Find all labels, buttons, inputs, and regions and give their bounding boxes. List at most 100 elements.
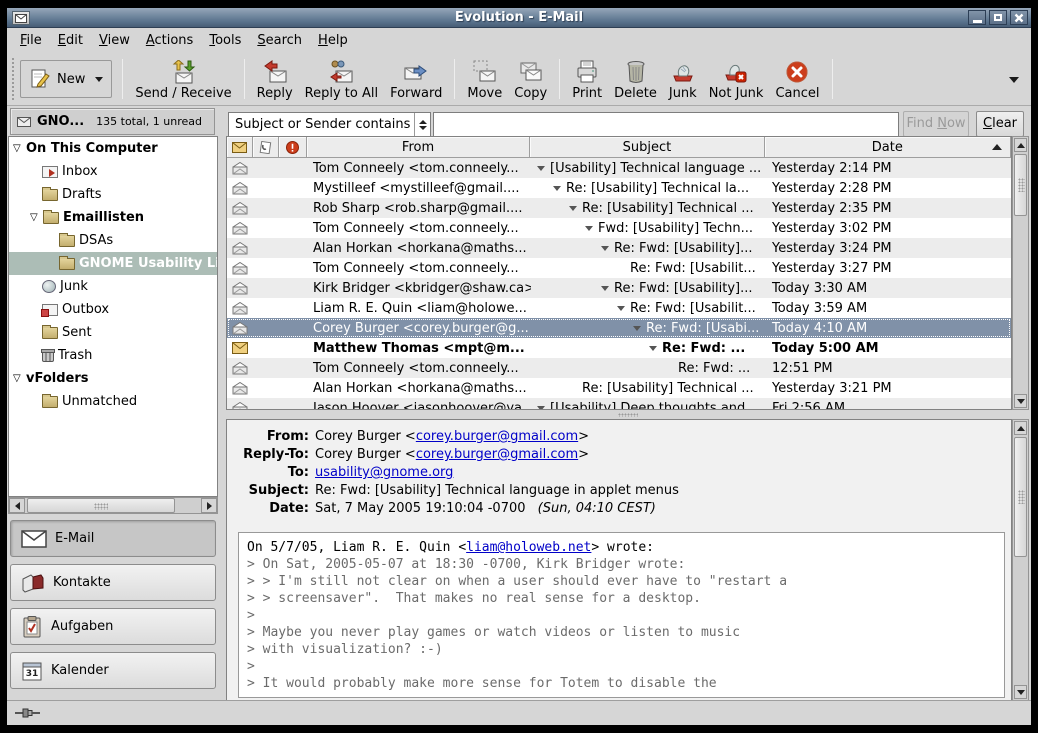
scroll-down-arrow[interactable]	[1014, 685, 1027, 699]
email-link[interactable]: corey.burger@gmail.com	[416, 447, 578, 462]
expander-icon[interactable]: ▽	[30, 212, 43, 223]
move-button[interactable]: Move	[461, 54, 508, 104]
contacts-icon	[21, 573, 45, 593]
thread-collapse-icon[interactable]	[601, 286, 614, 291]
column-attachment[interactable]	[253, 137, 279, 158]
scroll-up-arrow[interactable]	[1014, 421, 1027, 435]
switcher-contacts-button[interactable]: Kontakte	[10, 564, 216, 601]
find-now-button[interactable]: Find Now	[903, 111, 969, 137]
email-link[interactable]: usability@gnome.org	[315, 465, 453, 480]
thread-collapse-icon[interactable]	[569, 206, 582, 211]
message-row[interactable]: Jason Hoover <jasonhoover@ya... [Usabili…	[227, 398, 1011, 410]
expander-icon[interactable]: ▽	[13, 373, 26, 384]
column-from[interactable]: From	[307, 137, 530, 158]
thread-collapse-icon[interactable]	[553, 186, 566, 191]
message-row[interactable]: Alan Horkan <horkana@maths... Re: Fwd: […	[227, 238, 1011, 258]
toolbar-handle[interactable]	[12, 58, 17, 100]
delete-button[interactable]: Delete	[608, 54, 663, 104]
search-filter-spinner[interactable]	[414, 113, 430, 136]
forward-button[interactable]: Forward	[384, 54, 448, 104]
title-bar[interactable]: Evolution - E-Mail	[7, 8, 1031, 28]
scroll-right-arrow[interactable]	[201, 498, 217, 513]
folder-tree-item[interactable]: Inbox	[9, 160, 217, 183]
message-row[interactable]: Matthew Thomas <mpt@m... Re: Fwd: ... To…	[227, 338, 1011, 358]
folder-tree-item[interactable]: ▽ Emaillisten	[9, 206, 217, 229]
message-row[interactable]: Mystilleef <mystilleef@gmail.... Re: [Us…	[227, 178, 1011, 198]
email-link[interactable]: liam@holoweb.net	[466, 540, 591, 555]
switcher-email-button[interactable]: E-Mail	[10, 520, 216, 557]
search-filter-dropdown[interactable]: Subject or Sender contains	[228, 112, 431, 137]
not-junk-button[interactable]: Not Junk	[703, 54, 770, 104]
menu-item[interactable]: Tools	[201, 30, 249, 51]
folder-tree-item[interactable]: GNOME Usability Li	[9, 252, 217, 275]
message-from: Tom Conneely <tom.conneely...	[307, 221, 531, 236]
search-input[interactable]	[433, 112, 899, 137]
toolbar-overflow-arrow[interactable]	[1009, 77, 1019, 83]
message-row[interactable]: Kirk Bridger <kbridger@shaw.ca> Re: Fwd:…	[227, 278, 1011, 298]
thread-collapse-icon[interactable]	[585, 226, 598, 231]
message-row[interactable]: Rob Sharp <rob.sharp@gmail.... Re: [Usab…	[227, 198, 1011, 218]
menu-item[interactable]: Search	[249, 30, 310, 51]
menu-item[interactable]: Actions	[138, 30, 202, 51]
message-row[interactable]: Corey Burger <corey.burger@g... Re: Fwd:…	[227, 318, 1011, 338]
email-link[interactable]: corey.burger@gmail.com	[416, 429, 578, 444]
scroll-thumb[interactable]	[1014, 437, 1027, 557]
folder-tree-item[interactable]: Unmatched	[9, 390, 217, 413]
message-row[interactable]: Tom Conneely <tom.conneely... Re: Fwd: […	[227, 258, 1011, 278]
column-importance[interactable]	[279, 137, 307, 158]
send-receive-button[interactable]: Send / Receive	[129, 54, 237, 104]
column-read-status[interactable]	[227, 137, 253, 158]
clear-button[interactable]: Clear	[976, 111, 1024, 137]
scroll-left-arrow[interactable]	[9, 498, 25, 513]
folder-tree-item[interactable]: Sent	[9, 321, 217, 344]
message-list-scrollbar[interactable]	[1012, 136, 1029, 410]
message-row[interactable]: Tom Conneely <tom.conneely... Re: Fwd: .…	[227, 358, 1011, 378]
minimize-button[interactable]	[968, 10, 986, 25]
reply-to-all-button[interactable]: Reply to All	[299, 54, 384, 104]
switcher-calendar-button[interactable]: 31 Kalender	[10, 652, 216, 689]
menu-item[interactable]: File	[12, 30, 50, 51]
close-button[interactable]	[1010, 10, 1028, 25]
column-date[interactable]: Date	[765, 137, 1011, 158]
folder-tree-item[interactable]: ▽ vFolders	[9, 367, 217, 390]
switcher-tasks-button[interactable]: Aufgaben	[10, 608, 216, 645]
cancel-button[interactable]: Cancel	[769, 54, 825, 104]
scroll-up-arrow[interactable]	[1014, 138, 1027, 152]
scroll-thumb[interactable]	[27, 498, 175, 513]
thread-collapse-icon[interactable]	[601, 246, 614, 251]
print-button[interactable]: Print	[566, 54, 608, 104]
folder-tree-item[interactable]: ▽ On This Computer	[9, 137, 217, 160]
maximize-button[interactable]	[989, 10, 1007, 25]
thread-collapse-icon[interactable]	[649, 346, 662, 351]
thread-collapse-icon[interactable]	[633, 326, 646, 331]
pane-splitter[interactable]	[225, 410, 1031, 419]
expander-icon[interactable]: ▽	[13, 143, 26, 154]
folder-header[interactable]: GNO... 135 total, 1 unread	[10, 108, 215, 135]
folder-tree-item[interactable]: Trash	[9, 344, 217, 367]
new-dropdown-arrow[interactable]	[95, 77, 103, 82]
scroll-thumb[interactable]	[1014, 154, 1027, 216]
folder-tree-item[interactable]: DSAs	[9, 229, 217, 252]
reply-button[interactable]: Reply	[251, 54, 299, 104]
message-row[interactable]: Liam R. E. Quin <liam@holowe... Re: Fwd:…	[227, 298, 1011, 318]
thread-collapse-icon[interactable]	[617, 306, 630, 311]
message-row[interactable]: Tom Conneely <tom.conneely... Fwd: [Usab…	[227, 218, 1011, 238]
junk-button[interactable]: Junk	[663, 54, 703, 104]
folder-tree-item[interactable]: Drafts	[9, 183, 217, 206]
preview-scrollbar[interactable]	[1012, 419, 1029, 701]
message-row[interactable]: Tom Conneely <tom.conneely... [Usability…	[227, 158, 1011, 178]
message-subject: Re: Fwd: [Usabilit...	[531, 301, 766, 316]
copy-button[interactable]: Copy	[508, 54, 553, 104]
folder-tree-item[interactable]: Junk	[9, 275, 217, 298]
column-subject[interactable]: Subject	[530, 137, 764, 158]
menu-item[interactable]: Edit	[50, 30, 91, 51]
menu-item[interactable]: View	[91, 30, 138, 51]
scroll-down-arrow[interactable]	[1014, 394, 1027, 408]
sidebar-horizontal-scrollbar[interactable]	[8, 497, 218, 514]
new-button[interactable]: New	[20, 60, 112, 98]
online-status-icon[interactable]	[15, 707, 45, 719]
thread-collapse-icon[interactable]	[537, 166, 550, 171]
message-row[interactable]: Alan Horkan <horkana@maths... Re: [Usabi…	[227, 378, 1011, 398]
folder-tree-item[interactable]: Outbox	[9, 298, 217, 321]
menu-item[interactable]: Help	[310, 30, 356, 51]
